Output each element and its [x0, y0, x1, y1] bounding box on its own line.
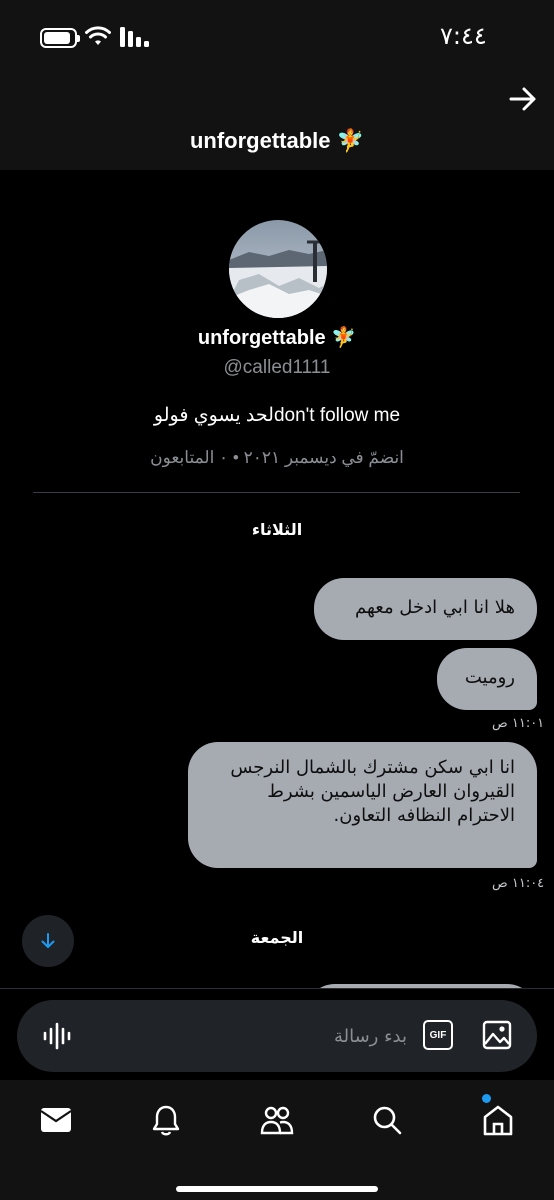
- message-bubble[interactable]: روميت: [437, 648, 537, 710]
- avatar-image: [229, 220, 327, 318]
- notification-dot: [482, 1094, 491, 1103]
- tab-communities[interactable]: [257, 1100, 297, 1140]
- tab-messages[interactable]: [36, 1100, 76, 1140]
- avatar[interactable]: [229, 220, 327, 318]
- tab-bar: [0, 1080, 554, 1200]
- status-bar: ٧:٤٤: [0, 0, 554, 78]
- divider: [33, 492, 520, 493]
- home-icon: [483, 1105, 513, 1136]
- message-timestamp: ١١:٠٤ ص: [492, 876, 545, 891]
- cellular-signal-icon: [120, 27, 149, 47]
- status-time: ٧:٤٤: [440, 22, 487, 50]
- bell-icon: [152, 1105, 180, 1136]
- day-separator: الثلاثاء: [251, 520, 303, 539]
- voice-waveform-icon[interactable]: [43, 1022, 71, 1050]
- tab-notifications[interactable]: [146, 1100, 186, 1140]
- wifi-icon: [85, 26, 111, 45]
- page-title[interactable]: unforgettable 🧚: [0, 128, 554, 154]
- message-input[interactable]: [97, 1022, 407, 1050]
- battery-icon: [40, 28, 80, 48]
- tab-search[interactable]: [367, 1100, 407, 1140]
- image-icon[interactable]: [482, 1020, 512, 1050]
- message-composer: GIF: [17, 1000, 537, 1072]
- search-icon: [373, 1106, 402, 1135]
- arrow-right-icon[interactable]: [508, 86, 538, 112]
- profile-handle: @called1111: [223, 357, 331, 378]
- home-indicator: [176, 1186, 378, 1192]
- message-bubble[interactable]: هلا انا ابي ادخل معهم: [314, 578, 537, 640]
- message-timestamp: ١١:٠١ ص: [492, 716, 545, 731]
- tab-home[interactable]: [478, 1100, 518, 1140]
- message-bubble[interactable]: انا ابي سكن مشترك بالشمال النرجس القيروا…: [188, 742, 537, 868]
- profile-name[interactable]: unforgettable 🧚: [0, 325, 554, 350]
- gif-button[interactable]: GIF: [423, 1020, 453, 1050]
- mail-icon: [40, 1108, 72, 1132]
- profile-bio: لحد يسوي فولوdon't follow me: [153, 405, 401, 426]
- day-separator: الجمعة: [250, 928, 304, 947]
- profile-meta: انضمّ في ديسمبر ٢٠٢١ • ٠ المتابعون: [150, 448, 404, 467]
- conversation-header: unforgettable 🧚: [0, 78, 554, 170]
- people-icon: [260, 1106, 294, 1135]
